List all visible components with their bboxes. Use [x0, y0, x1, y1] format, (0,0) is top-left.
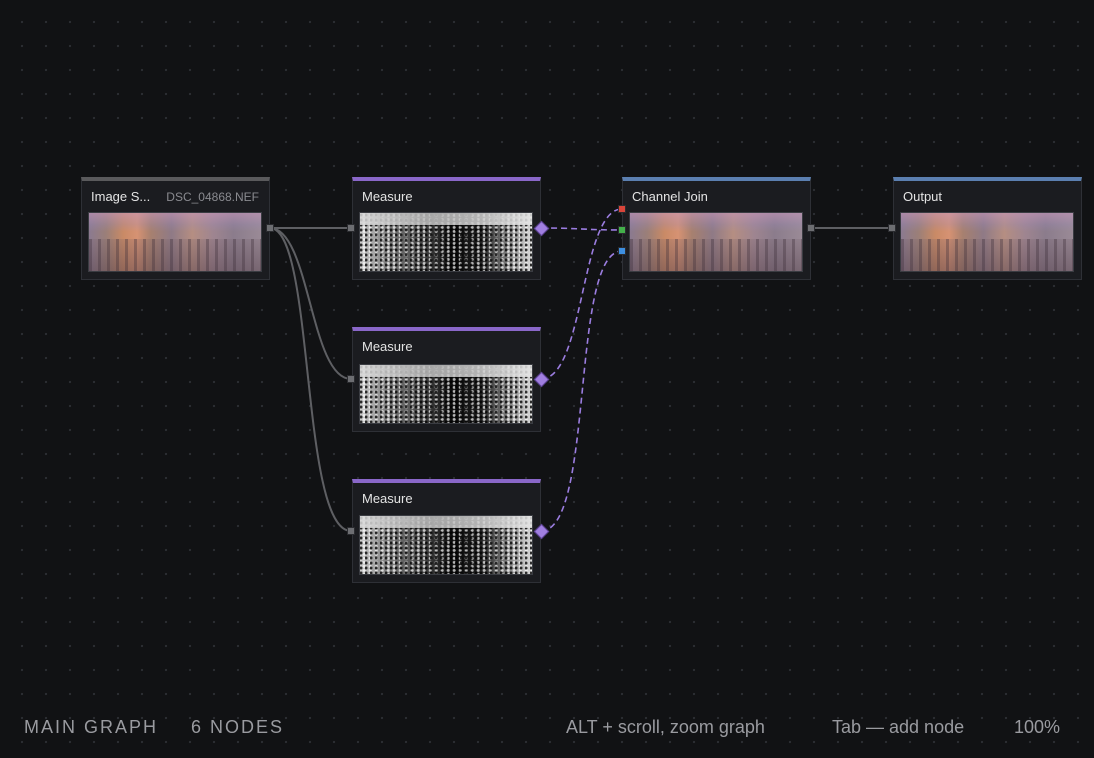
zoom-level[interactable]: 100% [1014, 717, 1060, 738]
node-title: Measure [362, 339, 413, 354]
image-preview [359, 515, 533, 575]
wire-source-to-measure-3[interactable] [269, 227, 352, 532]
node-measure-3[interactable]: Measure [352, 479, 541, 583]
node-measure-1[interactable]: Measure [352, 177, 541, 280]
node-count: 6 NODES [191, 717, 285, 737]
wire-source-to-measure-2[interactable] [269, 227, 352, 380]
node-title: Channel Join [632, 189, 708, 204]
input-port-blue[interactable] [618, 247, 626, 255]
image-preview [88, 212, 262, 272]
input-port-red[interactable] [618, 205, 626, 213]
node-title: Image S... [91, 189, 151, 204]
input-port-green[interactable] [618, 226, 626, 234]
add-node-hint: Tab — add node [832, 717, 965, 737]
wire-measure-2-to-channel-join[interactable] [540, 208, 623, 380]
graph-name: MAIN GRAPH [24, 717, 159, 737]
output-port[interactable] [807, 224, 815, 232]
node-image-source[interactable]: Image S... DSC_04868.NEF [81, 177, 270, 280]
node-output[interactable]: Output [893, 177, 1082, 280]
input-port[interactable] [347, 224, 355, 232]
image-preview [359, 212, 533, 272]
node-title: Measure [362, 491, 413, 506]
node-title: Measure [362, 189, 413, 204]
image-preview [629, 212, 803, 272]
image-preview [359, 364, 533, 424]
node-measure-2[interactable]: Measure [352, 327, 541, 432]
node-filename: DSC_04868.NEF [166, 190, 259, 204]
zoom-hint: ALT + scroll, zoom graph [566, 717, 765, 737]
wire-measure-3-to-channel-join[interactable] [540, 250, 623, 532]
wire-measure-1-to-channel-join[interactable] [540, 227, 623, 231]
input-port[interactable] [347, 375, 355, 383]
node-title: Output [903, 189, 943, 204]
input-port[interactable] [347, 527, 355, 535]
node-channel-join[interactable]: Channel Join [622, 177, 811, 280]
output-port[interactable] [266, 224, 274, 232]
input-port[interactable] [888, 224, 896, 232]
image-preview [900, 212, 1074, 272]
